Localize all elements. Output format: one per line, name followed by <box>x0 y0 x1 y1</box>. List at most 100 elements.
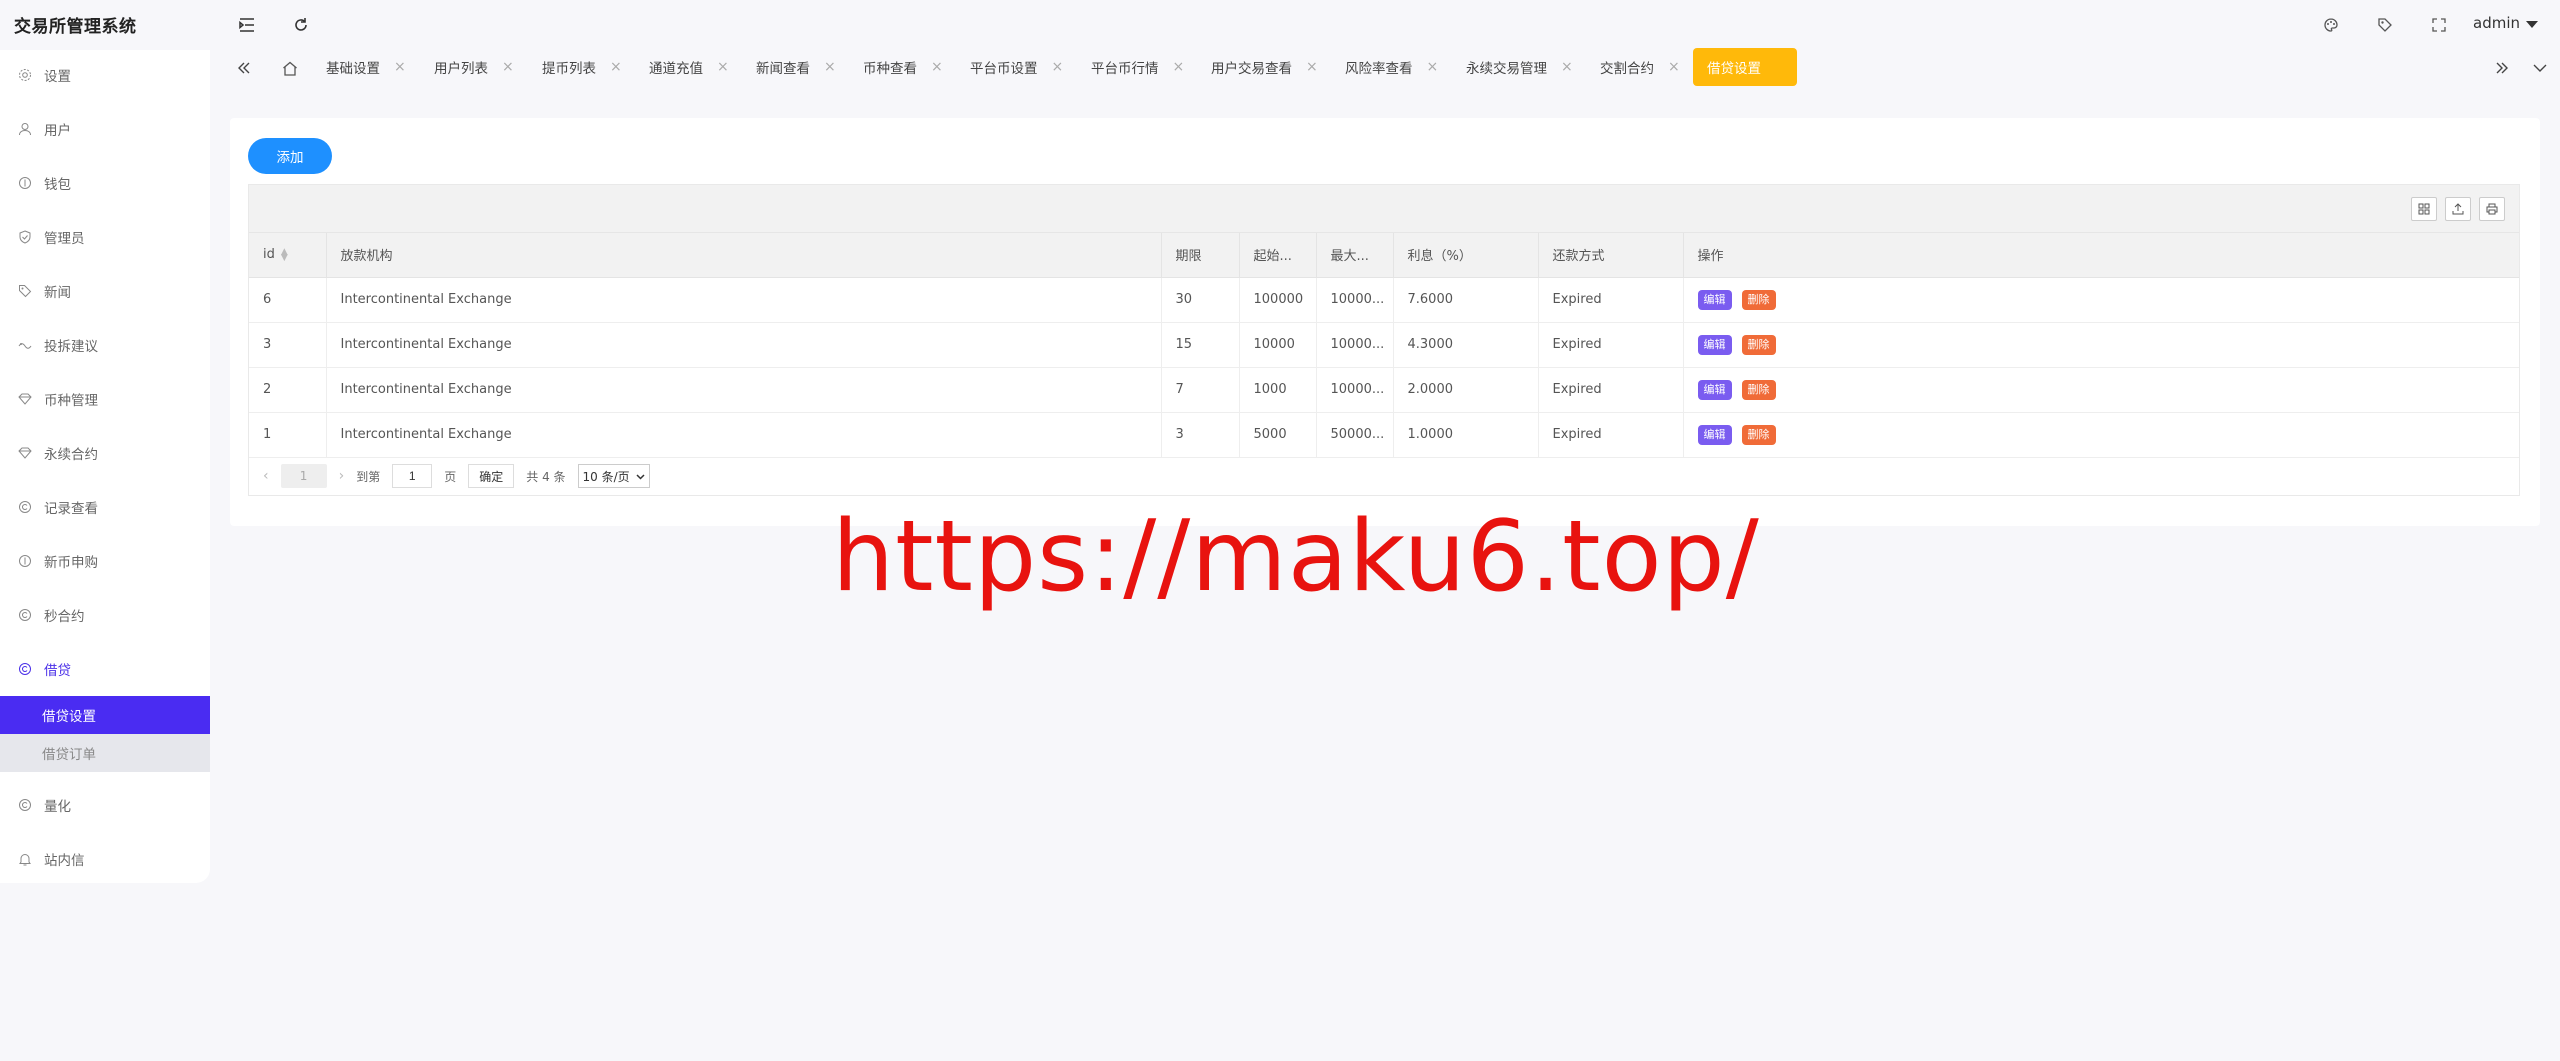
cell-max-amount: 10000... <box>1316 322 1394 368</box>
cell-min-amount: 5000 <box>1239 412 1317 458</box>
sidebar-subitem-loan-orders[interactable]: 借贷订单 <box>0 734 210 772</box>
tab-perpetual-trades[interactable]: 永续交易管理 × <box>1466 48 1573 86</box>
tab-coin-view[interactable]: 币种查看 × <box>863 48 943 86</box>
tab-channel-recharge[interactable]: 通道充值 × <box>649 48 729 86</box>
user-icon <box>18 122 32 136</box>
sidebar-item-coin-management[interactable]: 币种管理 <box>0 384 210 414</box>
delete-button[interactable]: 删除 <box>1741 334 1776 355</box>
tab-label: 通道充值 <box>649 61 703 77</box>
tag-icon[interactable] <box>2374 14 2396 36</box>
sidebar-item-settings[interactable]: 设置 <box>0 60 210 90</box>
cell-id: 1 <box>249 412 327 458</box>
column-header-id[interactable]: id ▲ ▼ <box>249 233 327 278</box>
sidebar-item-label: 借贷订单 <box>42 747 96 763</box>
delete-button[interactable]: 删除 <box>1741 289 1776 310</box>
sidebar-item-users[interactable]: 用户 <box>0 114 210 144</box>
sidebar-item-quant[interactable]: 量化 <box>0 790 210 820</box>
close-icon[interactable]: × <box>502 59 514 75</box>
goto-confirm-button[interactable]: 确定 <box>468 464 515 488</box>
cell-repayment: Expired <box>1538 322 1684 368</box>
close-icon[interactable]: × <box>1306 59 1318 75</box>
sidebar-item-wallet[interactable]: 钱包 <box>0 168 210 198</box>
table-row: 6 Intercontinental Exchange 30 100000 10… <box>249 277 2519 323</box>
column-header-min-amount: 起始... <box>1239 233 1317 278</box>
close-icon[interactable]: × <box>824 59 836 75</box>
refresh-icon[interactable] <box>290 14 312 36</box>
cell-repayment: Expired <box>1538 367 1684 413</box>
sidebar-item-loan[interactable]: 借贷 <box>0 654 210 684</box>
sidebar-item-messages[interactable]: 站内信 <box>0 844 210 874</box>
delete-button[interactable]: 删除 <box>1741 379 1776 400</box>
cell-max-amount: 50000... <box>1316 412 1394 458</box>
edit-button[interactable]: 编辑 <box>1697 424 1732 445</box>
edit-button[interactable]: 编辑 <box>1697 334 1732 355</box>
cell-repayment: Expired <box>1538 412 1684 458</box>
tab-scroll-left-icon[interactable] <box>234 58 254 78</box>
tab-label: 提币列表 <box>542 61 596 77</box>
sidebar-subitem-loan-settings[interactable]: 借贷设置 <box>0 696 210 734</box>
tab-platform-coin-settings[interactable]: 平台币设置 × <box>970 48 1063 86</box>
edit-button[interactable]: 编辑 <box>1697 289 1732 310</box>
tab-loan-settings[interactable]: 借贷设置 <box>1693 48 1797 86</box>
close-icon[interactable]: × <box>610 59 622 75</box>
tab-label: 平台币行情 <box>1091 61 1159 77</box>
close-icon[interactable]: × <box>931 59 943 75</box>
sort-icon[interactable]: ▲ ▼ <box>281 247 288 262</box>
cell-max-amount: 10000... <box>1316 367 1394 413</box>
page-size-select[interactable]: 10 条/页 <box>577 464 650 488</box>
close-icon[interactable]: × <box>394 59 406 75</box>
close-icon[interactable]: × <box>717 59 729 75</box>
sidebar-item-label: 新币申购 <box>44 555 98 571</box>
sidebar-item-label: 管理员 <box>44 231 85 247</box>
cell-term: 30 <box>1161 277 1240 323</box>
current-page[interactable]: 1 <box>280 464 327 488</box>
print-icon[interactable] <box>2479 197 2505 221</box>
goto-page-input[interactable] <box>392 464 433 488</box>
close-icon[interactable]: × <box>1427 59 1439 75</box>
edit-button[interactable]: 编辑 <box>1697 379 1732 400</box>
tab-user-trades[interactable]: 用户交易查看 × <box>1211 48 1318 86</box>
sidebar-item-label: 借贷 <box>44 663 71 679</box>
fullscreen-icon[interactable] <box>2428 14 2450 36</box>
chevron-down-icon <box>636 469 645 483</box>
sidebar-item-label: 设置 <box>44 69 71 85</box>
record-icon <box>18 500 32 514</box>
tab-scroll-right-icon[interactable] <box>2492 58 2512 78</box>
columns-filter-icon[interactable] <box>2411 197 2437 221</box>
sidebar-item-label: 钱包 <box>44 177 71 193</box>
tab-risk-rate[interactable]: 风险率查看 × <box>1345 48 1438 86</box>
sidebar-item-admins[interactable]: 管理员 <box>0 222 210 252</box>
column-header-interest: 利息（%） <box>1393 233 1539 278</box>
close-icon[interactable]: × <box>1173 59 1185 75</box>
tab-basic-settings[interactable]: 基础设置 × <box>326 48 406 86</box>
sidebar-item-records[interactable]: 记录查看 <box>0 492 210 522</box>
tag-icon <box>18 284 32 298</box>
next-page-icon[interactable]: › <box>339 468 345 484</box>
tab-user-list[interactable]: 用户列表 × <box>434 48 514 86</box>
menu-toggle-icon[interactable] <box>236 14 258 36</box>
watermark-text: https://maku6.top/ <box>832 500 1760 614</box>
user-menu[interactable]: admin <box>2473 14 2538 32</box>
close-icon[interactable]: × <box>1052 59 1064 75</box>
table-row: 2 Intercontinental Exchange 7 1000 10000… <box>249 367 2519 413</box>
bell-icon <box>18 852 32 866</box>
sidebar-item-feedback[interactable]: 投拆建议 <box>0 330 210 360</box>
sidebar-item-news[interactable]: 新闻 <box>0 276 210 306</box>
theme-icon[interactable] <box>2320 14 2342 36</box>
cell-actions: 编辑 删除 <box>1683 322 2519 368</box>
tab-delivery-contracts[interactable]: 交割合约 × <box>1600 48 1680 86</box>
add-button[interactable]: 添加 <box>248 138 332 174</box>
sidebar-item-perpetual[interactable]: 永续合约 <box>0 438 210 468</box>
delete-button[interactable]: 删除 <box>1741 424 1776 445</box>
tab-home-icon[interactable] <box>280 58 300 78</box>
tab-platform-coin-market[interactable]: 平台币行情 × <box>1091 48 1184 86</box>
sidebar-item-new-coin[interactable]: 新币申购 <box>0 546 210 576</box>
tab-withdraw-list[interactable]: 提币列表 × <box>542 48 622 86</box>
close-icon[interactable]: × <box>1561 59 1573 75</box>
tab-news-view[interactable]: 新闻查看 × <box>756 48 836 86</box>
sidebar-item-second-contract[interactable]: 秒合约 <box>0 600 210 630</box>
tab-menu-chevron-down-icon[interactable] <box>2530 58 2550 78</box>
prev-page-icon[interactable]: ‹ <box>263 468 269 484</box>
export-icon[interactable] <box>2445 197 2471 221</box>
close-icon[interactable]: × <box>1668 59 1680 75</box>
